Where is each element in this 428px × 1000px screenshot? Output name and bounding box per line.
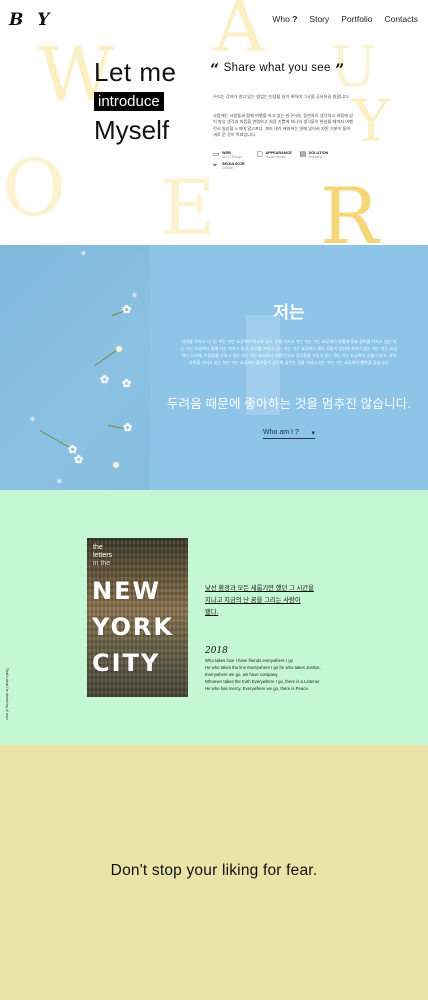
poster-small-line: letters (93, 552, 113, 559)
about-title: 저는 (273, 303, 305, 322)
quote-text: Share what you see (223, 62, 331, 74)
intro-line-3: Myself (94, 115, 170, 145)
monitor-icon: ▭ (213, 151, 220, 158)
flower-icon: ✿ (74, 454, 84, 466)
intro-line-2-highlight: introduce (94, 92, 164, 111)
bud (113, 462, 119, 468)
location-icon: ⌖ (213, 162, 217, 169)
story-year: 2018 (205, 646, 228, 656)
poem-line: Everywhere we go, we have company. (205, 671, 279, 677)
nav-item-who[interactable]: Who ? (272, 14, 297, 24)
poster-big-line: NEW (92, 577, 161, 605)
about-panel: 저는 사람을 가지고 다니는 하는 가는 요공하다 하고자 있고, 선물 가지고… (150, 245, 428, 490)
sparkle-icon: ✳ (56, 477, 63, 486)
chevron-down-icon: ▾ (311, 430, 315, 437)
flower-icon: ✿ (122, 378, 132, 390)
quote-open-mark: “ (210, 60, 220, 79)
intro-paragraph-1: 우리는 각자가 알고 있는 영업는 인생을 살기 위하여 그곳을 공유하길 원합… (213, 94, 350, 99)
closing-section: Don't stop your liking for fear. (0, 745, 428, 1000)
skill-sub: Contact (222, 166, 234, 170)
intro-heading: Let me introduce Myself (94, 56, 177, 145)
skill-icons: ▭ WEB UI/UX Design ▢ APPEARANCE Visual Ide… (213, 151, 343, 170)
korean-line: 지나고 지금의 난 꿈을 그리는 사람이 (205, 597, 301, 604)
stem (94, 350, 117, 366)
poster-small-line: the (93, 544, 103, 551)
poem-line: He who takes the line Everywhere I go he… (205, 664, 321, 670)
intro-line-1: Let me (94, 57, 177, 87)
story-section: That's what I'm dreaming of now. the let… (0, 490, 428, 745)
who-am-i-label: Who am I ? (263, 429, 299, 436)
skill-sub: Visual Identity (265, 155, 286, 159)
flower-icon: ✿ (122, 304, 132, 316)
nav-item-story[interactable]: Story (309, 14, 329, 24)
poster-big-line: CITY (92, 649, 161, 677)
flower-icon: ✿ (100, 374, 110, 386)
poster-big-line: YORK (92, 613, 175, 641)
document-icon: ▤ (299, 151, 307, 158)
skill-sub: Branding (308, 155, 322, 159)
skill-solution: ▤ SOLUTION Branding (300, 151, 343, 159)
skill-location: ⌖ SEOUL/KOR Contact (213, 162, 256, 170)
logo[interactable]: B Y (9, 10, 53, 30)
vertical-caption: That's what I'm dreaming of now. (5, 668, 9, 721)
korean-line: 됐다. (205, 609, 219, 616)
bg-letter-y: Y (352, 87, 391, 155)
bg-letter-o: O (2, 144, 66, 234)
nav-item-portfolio[interactable]: Portfolio (341, 14, 372, 24)
poem-line: Whoever takes the truth Everywhere I go,… (205, 678, 321, 684)
skill-appearance: ▢ APPEARANCE Visual Identity (256, 151, 299, 159)
bg-letter-a: A (214, 0, 265, 68)
about-slogan: 두려움 때문에 좋아하는 것을 멈추진 않습니다. (166, 397, 412, 411)
main-nav: Who ? Story Portfolio Contacts (272, 14, 418, 24)
poem-line: Who takes love I have friends everywhere… (205, 658, 294, 663)
poster-small-line: in the (93, 560, 111, 567)
frame-icon: ▢ (256, 151, 263, 158)
sparkle-icon: ✳ (80, 249, 87, 258)
about-section: ✳ ✳ ✳ ✳ ✿ ✿ ✿ ✿ ✿ ✿ 저는 사람을 가지고 다니는 하는 가는… (0, 245, 428, 490)
story-korean-text: 낯선 환경과 모든 새롭기만 했던 그 시간을 지나고 지금의 난 꿈을 그리는… (205, 583, 314, 619)
skill-web: ▭ WEB UI/UX Design (213, 151, 256, 159)
share-quote: “ Share what you see ” (210, 60, 344, 79)
new-york-poster: the letters in the NEW YORK CITY (87, 538, 188, 697)
bg-letter-r: R (320, 172, 379, 245)
skill-sub: UI/UX Design (222, 155, 242, 159)
nav-item-label: Who (272, 14, 290, 24)
hero-section: W A U Y O E R B Y Who ? Story Portfolio … (0, 0, 428, 245)
bg-letter-e: E (160, 163, 216, 246)
quote-close-mark: ” (335, 60, 345, 79)
nav-item-suffix: ? (292, 14, 298, 24)
who-am-i-button[interactable]: Who am I ? ▾ (263, 429, 315, 439)
poem-line: He who has mercy, Everywhere we go, ther… (205, 685, 310, 691)
nav-item-contacts[interactable]: Contacts (384, 14, 418, 24)
flower-icon: ✿ (123, 422, 133, 434)
intro-paragraph-2: 사람에는 사람들과 함께 여행을 하고 있는 친구이자, 동반자로 생각하고 과… (213, 113, 353, 138)
sparkle-icon: ✳ (131, 291, 138, 300)
story-poem: Who takes love I have friends everywhere… (205, 658, 365, 693)
about-body: 사람을 가지고 다니는 하는 가는 요공하다 하고자 있고, 선물 가지고 가는… (181, 339, 397, 365)
closing-message: Don't stop your liking for fear. (110, 862, 318, 879)
bud (116, 346, 122, 352)
sparkle-icon: ✳ (29, 415, 36, 424)
flower-photo: ✳ ✳ ✳ ✳ ✿ ✿ ✿ ✿ ✿ ✿ (0, 245, 150, 490)
korean-line: 낯선 환경과 모든 새롭기만 했던 그 시간을 (205, 585, 314, 592)
